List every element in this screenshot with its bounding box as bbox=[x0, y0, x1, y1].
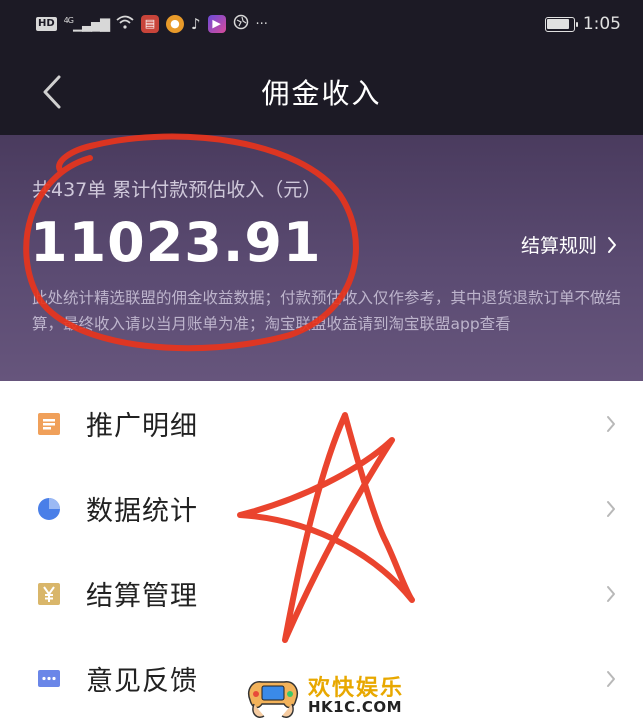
chevron-right-icon bbox=[603, 413, 619, 435]
more-notifications-icon: ··· bbox=[255, 16, 268, 32]
status-bar-left: HD 4G▁▃▅▇ ▤ ● ♪ ▶ ··· bbox=[36, 14, 545, 34]
document-list-icon bbox=[36, 411, 62, 437]
menu-item-label: 数据统计 bbox=[86, 496, 198, 527]
menu-item-promotion-details[interactable]: 推广明细 bbox=[0, 381, 643, 466]
back-button[interactable] bbox=[34, 72, 70, 112]
settlement-rules-label: 结算规则 bbox=[520, 235, 597, 257]
menu-item-data-statistics[interactable]: 数据统计 bbox=[0, 466, 643, 551]
coin-app-icon: ● bbox=[165, 15, 184, 33]
menu-item-settlement-management[interactable]: 结算管理 bbox=[0, 551, 643, 636]
yen-icon bbox=[36, 581, 62, 607]
game-controller-logo-icon bbox=[248, 681, 298, 718]
menu-item-label: 推广明细 bbox=[86, 411, 198, 442]
watermark: 欢快娱乐 HK1C.COM bbox=[244, 668, 414, 724]
earnings-summary: 共437单 累计付款预估收入（元） 11023.91 结算规则 此处统计精选联盟… bbox=[0, 135, 643, 381]
order-summary: 共437单 累计付款预估收入（元） bbox=[32, 179, 322, 201]
settlement-rules-link[interactable]: 结算规则 bbox=[521, 231, 617, 258]
chevron-right-icon bbox=[603, 583, 619, 605]
wifi-icon bbox=[116, 15, 134, 33]
page: HD 4G▁▃▅▇ ▤ ● ♪ ▶ ··· 1:05 佣金收入 共437单 累计… bbox=[0, 0, 643, 728]
income-notice: 此处统计精选联盟的佣金收益数据；付款预估收入仅作参考，其中退货退款订单不做结算，… bbox=[32, 289, 622, 333]
hd-badge: HD bbox=[36, 17, 57, 31]
chevron-left-icon bbox=[43, 75, 61, 109]
status-bar: HD 4G▁▃▅▇ ▤ ● ♪ ▶ ··· 1:05 bbox=[0, 0, 643, 48]
chat-bubble-icon bbox=[36, 666, 62, 692]
chevron-right-icon bbox=[608, 236, 616, 253]
pie-chart-icon bbox=[36, 496, 62, 522]
watermark-main-text: 欢快娱乐 bbox=[308, 675, 405, 701]
clock: 1:05 bbox=[582, 14, 621, 34]
chevron-right-icon bbox=[603, 498, 619, 520]
status-bar-right: 1:05 bbox=[544, 14, 621, 34]
nav-bar: 佣金收入 bbox=[0, 48, 643, 135]
signal-icon: 4G▁▃▅▇ bbox=[63, 15, 110, 33]
page-title: 佣金收入 bbox=[261, 76, 382, 110]
battery-icon bbox=[544, 16, 578, 32]
chevron-right-icon bbox=[603, 668, 619, 690]
watermark-url: HK1C.COM bbox=[308, 697, 403, 716]
tiktok-icon: ♪ bbox=[190, 15, 201, 33]
video-app-icon: ▶ bbox=[207, 15, 226, 33]
watermark-text: 欢快娱乐 HK1C.COM bbox=[308, 675, 405, 716]
news-app-icon: ▤ bbox=[140, 15, 159, 33]
network-type: 4G bbox=[63, 15, 74, 25]
estimated-income-amount: 11023.91 bbox=[30, 211, 322, 274]
browser-icon bbox=[233, 14, 249, 34]
menu-item-label: 结算管理 bbox=[86, 581, 198, 612]
